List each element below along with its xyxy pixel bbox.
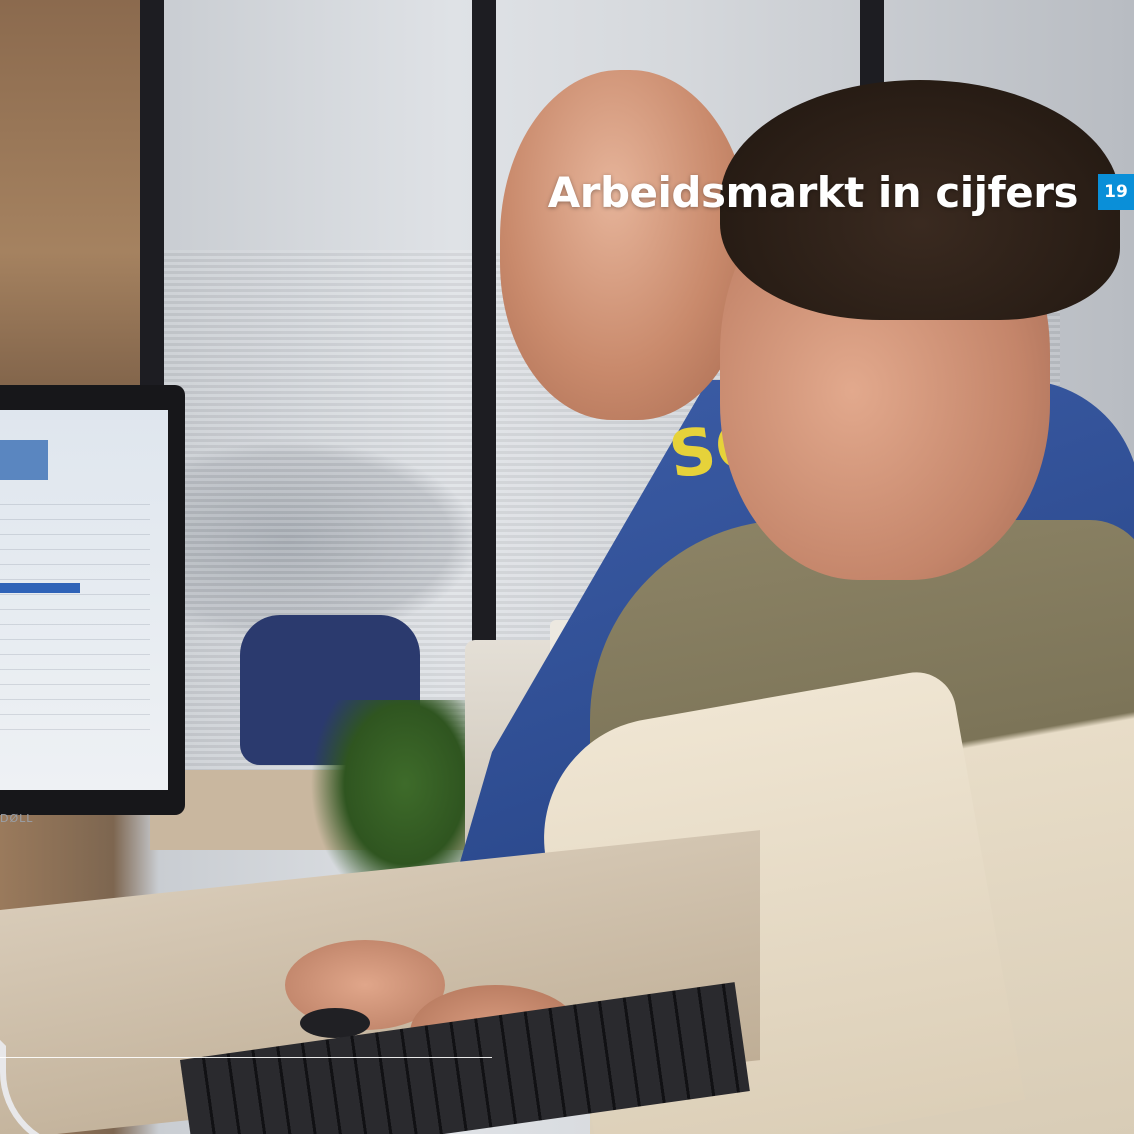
header: Arbeidsmarkt in cijfers 19 xyxy=(548,160,1134,224)
wall xyxy=(0,0,140,420)
cable xyxy=(0,1040,132,1134)
page-title: Arbeidsmarkt in cijfers xyxy=(547,167,1079,217)
cover-photo: SC DØLL Arbeidsmarkt in cijfers 19 xyxy=(0,0,1134,1134)
page-number-badge: 19 xyxy=(1098,174,1134,210)
screen-panel xyxy=(0,440,48,480)
computer-mouse xyxy=(300,1008,370,1038)
monitor-logo: DØLL xyxy=(0,812,34,825)
screen-content xyxy=(0,490,150,740)
person-standing-head xyxy=(500,70,750,420)
divider-line xyxy=(0,1057,492,1058)
screen-selection xyxy=(0,583,80,593)
